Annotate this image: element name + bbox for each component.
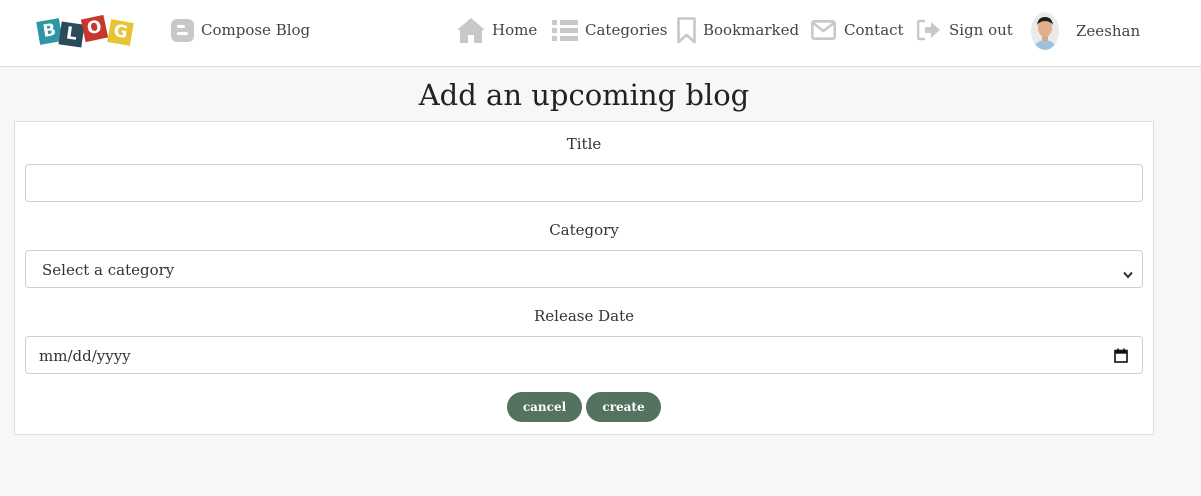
nav-home-label: Home (492, 21, 538, 39)
create-button[interactable]: create (586, 392, 661, 422)
navbar: B L O G Compose Blog Home Categories Boo… (0, 0, 1201, 67)
nav-bookmarked-label: Bookmarked (703, 21, 800, 39)
nav-compose-label: Compose Blog (201, 21, 311, 39)
release-date-input[interactable]: mm/dd/yyyy (25, 336, 1143, 374)
nav-contact-label: Contact (844, 21, 904, 39)
release-date-label: Release Date (533, 307, 634, 325)
category-select-value: Select a category (42, 261, 175, 279)
blogger-icon (171, 18, 194, 42)
logo-tile-o: O (80, 14, 109, 43)
nav-home[interactable]: Home (456, 15, 537, 45)
blog-logo[interactable]: B L O G (36, 12, 139, 48)
nav-contact[interactable]: Contact (811, 15, 904, 45)
title-label: Title (566, 135, 602, 153)
list-icon (552, 19, 578, 42)
avatar (1031, 12, 1059, 50)
upcoming-blog-form: Title Category Select a category Release… (14, 121, 1154, 435)
category-label: Category (549, 221, 619, 239)
chevron-down-icon (1123, 265, 1133, 283)
category-select[interactable]: Select a category (25, 250, 1143, 288)
nav-user[interactable]: Zeeshan (1031, 11, 1140, 51)
cancel-button[interactable]: cancel (507, 392, 582, 422)
bookmark-icon (677, 16, 696, 44)
envelope-icon (811, 20, 836, 40)
page-title: Add an upcoming blog (418, 78, 750, 112)
logo-tile-g: G (107, 19, 134, 46)
nav-categories-label: Categories (585, 21, 668, 39)
home-icon (456, 17, 486, 43)
nav-compose-blog[interactable]: Compose Blog (171, 15, 310, 45)
nav-sign-out-label: Sign out (949, 21, 1013, 39)
title-input[interactable] (25, 164, 1143, 202)
nav-sign-out[interactable]: Sign out (917, 15, 1013, 45)
nav-categories[interactable]: Categories (552, 15, 668, 45)
nav-bookmarked[interactable]: Bookmarked (677, 15, 799, 45)
logo-tile-l: L (58, 21, 85, 48)
release-date-placeholder: mm/dd/yyyy (39, 347, 131, 365)
nav-user-name: Zeeshan (1076, 22, 1141, 40)
calendar-icon[interactable] (1114, 348, 1128, 367)
sign-out-icon (917, 19, 941, 41)
